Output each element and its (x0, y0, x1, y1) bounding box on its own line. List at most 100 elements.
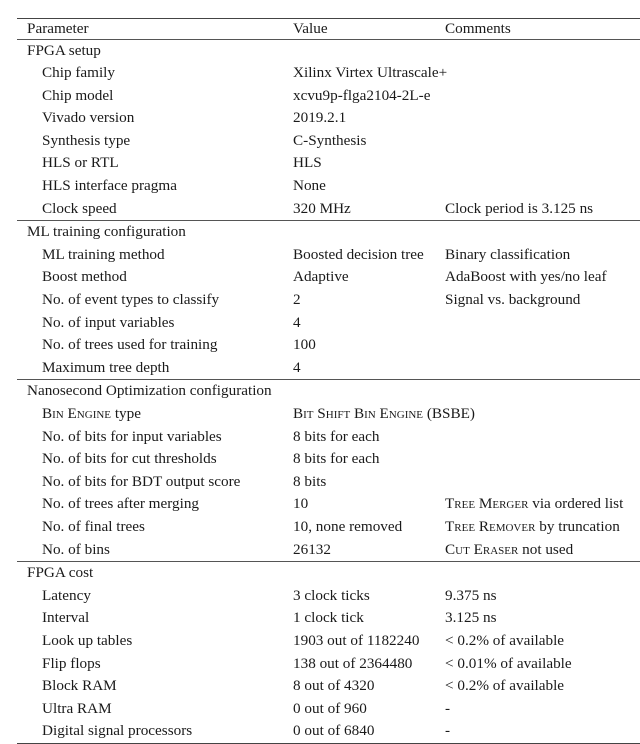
parameter-cell: Boost method (42, 268, 127, 286)
comment-cell-rest: not used (518, 540, 574, 558)
parameter-cell: Synthesis type (42, 131, 131, 149)
parameter-cell: No. of event types to classify (42, 291, 220, 309)
parameter-cell: No. of final trees (42, 517, 145, 535)
table-row: Maximum tree depth 4 (17, 357, 640, 380)
value-cell: 8 bits (293, 472, 327, 490)
table-row: Block RAM 8 out of 4320 < 0.2% of availabl… (17, 675, 640, 698)
parameter-cell: Clock speed (42, 199, 117, 217)
table-row: No. of input variables 4 (17, 312, 640, 335)
comment-cell: AdaBoost with yes/no leaf (445, 268, 607, 286)
value-cell: 2019.2.1 (293, 109, 347, 127)
header-parameter: Parameter (27, 20, 89, 37)
comment-cell: Tree Remover by truncation (445, 516, 640, 539)
table-row: Bin Engine type Bit Shift Bin Engine (BSB… (17, 403, 640, 426)
value-cell: 10 (293, 495, 309, 513)
parameter-cell: Chip model (42, 86, 114, 104)
table-body: FPGA setup Chip family Xilinx Virtex Ultra… (17, 40, 640, 744)
value-cell: Xilinx Virtex Ultrascale+ (293, 64, 448, 82)
comment-cell: 3.125 ns (445, 609, 497, 627)
comment-cell: Binary classification (445, 245, 571, 263)
parameter-cell: No. of bits for cut thresholds (42, 450, 217, 468)
value-cell: 8 out of 4320 (293, 677, 375, 695)
table-row: Flip flops 138 out of 2364480 < 0.01% of a… (17, 653, 640, 676)
value-cell: 26132 (293, 540, 331, 558)
parameter-cell: Vivado version (42, 109, 135, 127)
section-title: FPGA cost (27, 564, 94, 582)
parameter-cell: Block RAM (42, 677, 117, 695)
value-cell: C-Synthesis (293, 131, 367, 149)
value-cell: 0 out of 6840 (293, 722, 375, 740)
section-title: FPGA setup (27, 41, 101, 59)
parameter-cell: No. of bins (42, 540, 110, 558)
header-comments: Comments (445, 20, 511, 37)
table-row: No. of bits for BDT output score 8 bits (17, 471, 640, 494)
parameter-cell: No. of bits for input variables (42, 427, 222, 445)
value-cell: Bit Shift Bin Engine (BSBE) (293, 403, 475, 426)
value-cell-smallcaps: Bit Shift Bin Engine (293, 405, 424, 422)
comment-cell: - (445, 722, 451, 740)
value-cell: 3 clock ticks (293, 586, 370, 604)
table-row: No. of bins 26132 Cut Eraser not used (17, 539, 640, 562)
table-row: Boost method Adaptive AdaBoost with yes/no… (17, 266, 640, 289)
value-cell: 1903 out of 1182240 (293, 631, 420, 649)
comment-cell: 9.375 ns (445, 586, 497, 604)
table-row: HLS or RTL HLS (17, 152, 640, 175)
section-header: Nanosecond Optimization configuration (17, 380, 640, 403)
parameter-cell: Flip flops (42, 654, 101, 672)
comment-cell-smallcaps: Tree Merger (445, 495, 529, 513)
value-cell: HLS (293, 154, 322, 172)
section-title: ML training configuration (27, 223, 186, 241)
table-row: Chip family Xilinx Virtex Ultrascale+ (17, 62, 640, 85)
parameter-cell-smallcaps: Bin Engine (42, 405, 112, 422)
value-cell: xcvu9p-flga2104-2L-e (293, 86, 431, 104)
table-row: No. of trees used for training 100 (17, 334, 640, 357)
comment-cell: Tree Merger via ordered list (445, 493, 640, 516)
table-row: No. of bits for cut thresholds 8 bits for… (17, 448, 640, 471)
parameter-cell: No. of bits for BDT output score (42, 472, 241, 490)
value-cell: Boosted decision tree (293, 245, 424, 263)
comment-cell: < 0.2% of available (445, 677, 565, 695)
section-title: Nanosecond Optimization configuration (27, 382, 272, 400)
comment-cell-smallcaps: Tree Remover (445, 517, 536, 535)
comment-cell-smallcaps: Cut Eraser (445, 540, 519, 558)
table-row: Interval 1 clock tick 3.125 ns (17, 607, 640, 630)
section-header: FPGA setup (17, 40, 640, 63)
parameter-cell: Maximum tree depth (42, 358, 170, 376)
value-cell: 4 (293, 358, 301, 376)
table-row: Digital signal processors 0 out of 6840 - (17, 720, 640, 743)
parameter-cell: Interval (42, 609, 90, 627)
parameter-cell: Latency (42, 586, 91, 604)
comment-cell: Signal vs. background (445, 291, 581, 309)
comment-cell-rest: by truncation (535, 517, 620, 535)
value-cell: 8 bits for each (293, 427, 380, 445)
table-row: Clock speed 320 MHz Clock period is 3.125 … (17, 198, 640, 221)
header-value: Value (293, 20, 328, 37)
table-row: Latency 3 clock ticks 9.375 ns (17, 585, 640, 608)
parameter-cell: No. of input variables (42, 313, 175, 331)
table-row: No. of trees after merging 10 Tree Merger … (17, 493, 640, 516)
value-cell: Adaptive (293, 268, 349, 286)
parameter-cell-rest: type (111, 405, 141, 422)
parameter-cell: No. of trees after merging (42, 495, 200, 513)
comment-cell: Clock period is 3.125 ns (445, 199, 594, 217)
value-cell: 2 (293, 291, 301, 309)
table-row: Synthesis type C-Synthesis (17, 130, 640, 153)
section-header: ML training configuration (17, 221, 640, 244)
parameter-cell: No. of trees used for training (42, 336, 218, 354)
parameter-cell: Ultra RAM (42, 699, 112, 717)
parameter-cell: ML training method (42, 245, 165, 263)
comment-cell: < 0.01% of available (445, 654, 572, 672)
comment-cell: Cut Eraser not used (445, 539, 640, 562)
comment-cell: - (445, 699, 451, 717)
value-cell: 10, none removed (293, 517, 403, 535)
table-row: HLS interface pragma None (17, 175, 640, 198)
value-cell-rest: (BSBE) (423, 405, 475, 422)
value-cell: 1 clock tick (293, 609, 364, 627)
comment-cell-rest: via ordered list (528, 495, 624, 513)
value-cell: 0 out of 960 (293, 699, 367, 717)
comment-cell: < 0.2% of available (445, 631, 565, 649)
parameter-cell: Chip family (42, 64, 115, 82)
value-cell: 320 MHz (293, 199, 351, 217)
value-cell: 100 (293, 336, 316, 354)
section-header: FPGA cost (17, 562, 640, 585)
